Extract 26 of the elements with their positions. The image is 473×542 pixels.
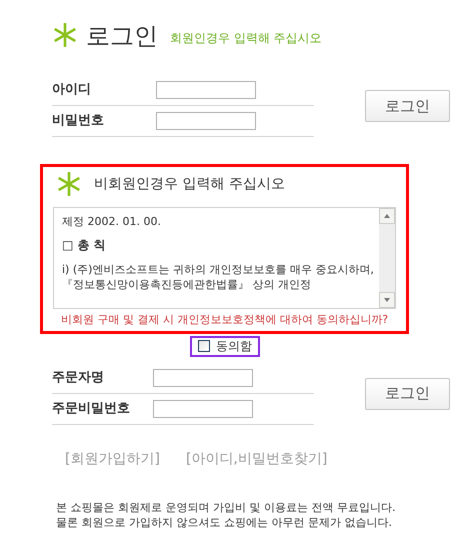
login-button[interactable]: 로그인 <box>365 90 450 122</box>
terms-text: ⅰ) (주)엔비즈소프트는 귀하의 개인정보보호를 매우 중요시하며, 『정보통신망이용촉진등에관한법률』 상의 개인정 <box>62 262 375 292</box>
input-field[interactable] <box>153 368 253 386</box>
scroll-down-icon[interactable] <box>379 292 395 308</box>
login-button[interactable]: 로그인 <box>365 378 450 410</box>
guest-title: 비회원인경우 입력해 주십시오 <box>94 174 285 194</box>
field-label: 아이디 <box>52 81 92 100</box>
scroll-up-icon[interactable] <box>379 208 395 224</box>
notice-text: 본 쇼핑몰은 회원제로 운영되며 가입비 및 이용료는 전액 무료입니다. <box>56 500 396 514</box>
terms-text: □ 총 칙 <box>62 238 107 253</box>
agree-checkbox[interactable]: 동의함 <box>190 336 260 356</box>
field-label: 주문비밀번호 <box>52 400 131 418</box>
scrollbar[interactable] <box>379 208 395 308</box>
input-field[interactable] <box>156 81 256 99</box>
input-field[interactable] <box>156 112 256 130</box>
subtitle: 회원인경우 입력해 주십시오 <box>170 30 322 47</box>
asterisk-icon <box>56 171 82 197</box>
checkbox[interactable] <box>198 340 210 352</box>
input-field[interactable] <box>153 400 253 418</box>
asterisk-icon <box>52 22 78 48</box>
consent-question: 비회원 구매 및 결제 시 개인정보보호정책에 대하여 동의하십니까? <box>60 312 390 328</box>
field-label: 주문자명 <box>52 368 105 387</box>
field-label: 비밀번호 <box>52 112 105 130</box>
notice-text: 물론 회원으로 가입하지 않으셔도 쇼핑에는 아무런 문제가 없습니다. <box>56 514 393 530</box>
page-title: 로그인 <box>86 24 158 48</box>
terms-text: 제정 2002. 01. 00. <box>62 214 162 229</box>
